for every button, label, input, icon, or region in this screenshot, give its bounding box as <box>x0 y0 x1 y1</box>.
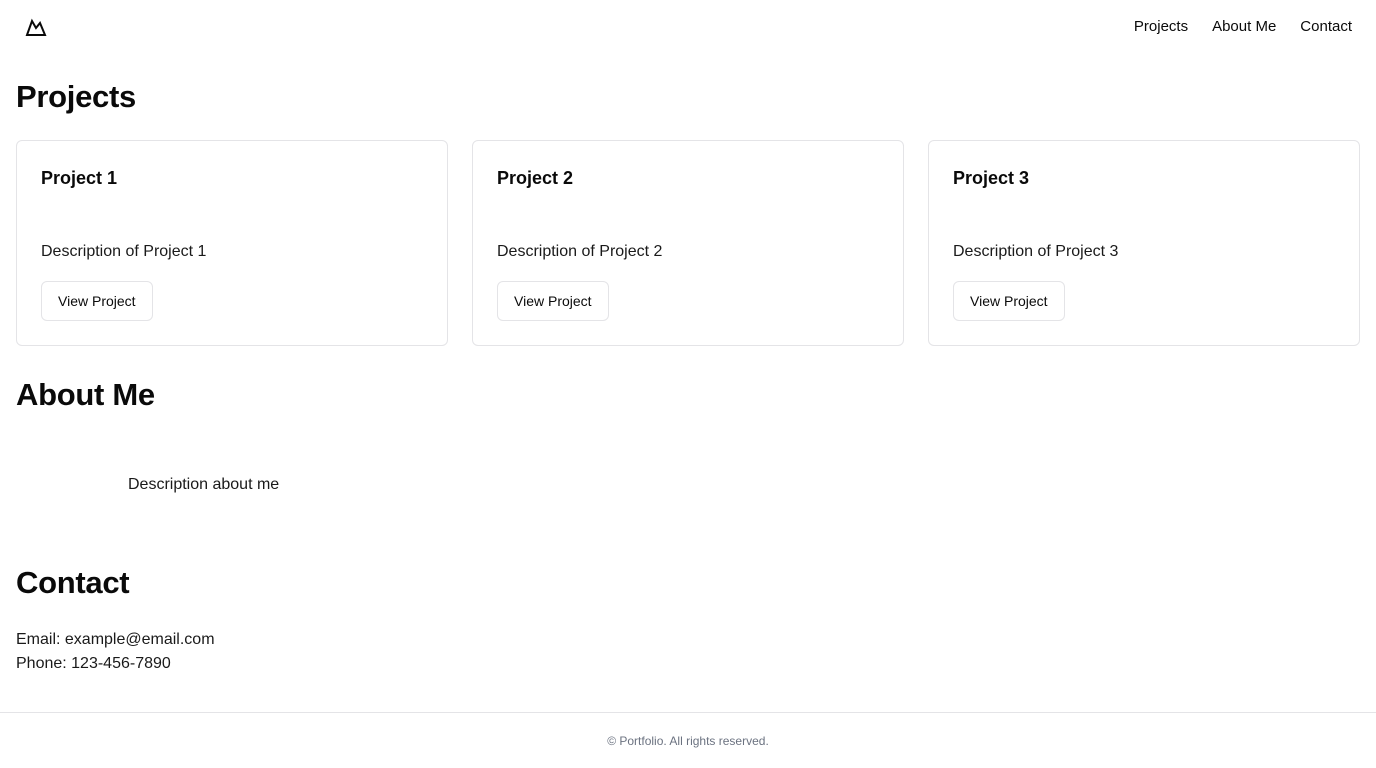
project-card: Project 1 Description of Project 1 View … <box>16 140 448 346</box>
project-card: Project 2 Description of Project 2 View … <box>472 140 904 346</box>
contact-email: Email: example@email.com <box>16 631 215 648</box>
about-me-heading: About Me <box>16 377 155 412</box>
footer: © Portfolio. All rights reserved. <box>0 712 1376 768</box>
project-card-title: Project 1 <box>41 168 118 188</box>
main-nav: Projects About Me Contact <box>1134 18 1352 35</box>
about-me-description: Description about me <box>128 476 280 493</box>
project-card: Project 3 Description of Project 3 View … <box>928 140 1360 346</box>
project-cards: Project 1 Description of Project 1 View … <box>16 140 1360 346</box>
nav-link-contact[interactable]: Contact <box>1300 18 1352 35</box>
contact-phone: Phone: 123-456-7890 <box>16 655 171 672</box>
nav-link-about-me[interactable]: About Me <box>1212 18 1276 35</box>
view-project-button[interactable]: View Project <box>497 281 609 321</box>
project-card-description: Description of Project 2 <box>497 243 663 260</box>
contact-info: Email: example@email.com Phone: 123-456-… <box>16 628 215 676</box>
project-card-description: Description of Project 3 <box>953 243 1119 260</box>
project-card-title: Project 3 <box>953 168 1030 188</box>
view-project-button[interactable]: View Project <box>41 281 153 321</box>
top-navigation-bar: Projects About Me Contact <box>0 0 1376 56</box>
project-card-description: Description of Project 1 <box>41 243 207 260</box>
mountain-icon[interactable] <box>24 16 48 40</box>
view-project-button[interactable]: View Project <box>953 281 1065 321</box>
projects-heading: Projects <box>16 79 136 114</box>
contact-heading: Contact <box>16 565 130 600</box>
project-card-title: Project 2 <box>497 168 574 188</box>
footer-copyright: © Portfolio. All rights reserved. <box>607 733 769 748</box>
nav-link-projects[interactable]: Projects <box>1134 18 1188 35</box>
